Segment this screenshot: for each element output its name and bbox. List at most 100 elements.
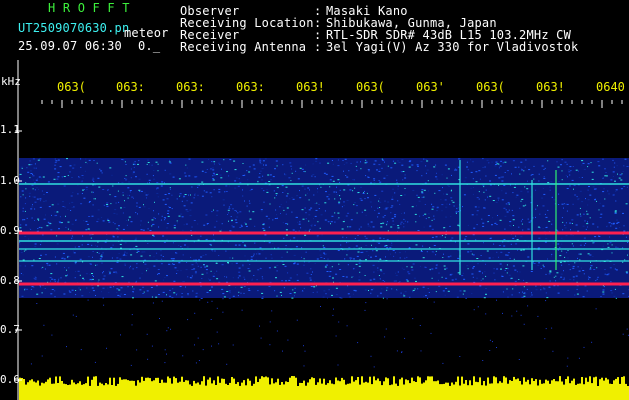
noise-speck: [511, 315, 513, 317]
signal-level-bar: [451, 382, 453, 400]
noise-speck: [428, 213, 430, 215]
signal-level-bar: [595, 376, 597, 400]
noise-speck: [602, 158, 604, 160]
noise-speck: [576, 288, 578, 290]
noise-speck: [325, 293, 327, 295]
noise-speck: [543, 169, 545, 170]
noise-speck: [247, 268, 250, 269]
noise-speck: [68, 256, 71, 258]
noise-speck: [479, 178, 481, 180]
noise-speck: [263, 190, 265, 192]
noise-speck: [351, 276, 353, 278]
noise-speck: [504, 228, 506, 230]
noise-speck: [115, 272, 118, 274]
noise-speck: [455, 211, 458, 213]
noise-speck: [486, 250, 489, 252]
noise-speck: [373, 288, 375, 290]
noise-speck: [608, 222, 611, 224]
noise-speck: [561, 264, 563, 266]
noise-speck: [397, 200, 399, 202]
noise-speck: [604, 269, 606, 270]
noise-speck: [394, 162, 397, 164]
signal-level-bar: [101, 383, 103, 400]
noise-speck: [422, 286, 425, 288]
noise-speck: [543, 176, 545, 178]
signal-level-bar: [429, 376, 431, 400]
noise-speck: [431, 208, 434, 210]
noise-speck: [433, 245, 436, 246]
noise-speck: [303, 171, 305, 172]
noise-speck: [191, 226, 193, 228]
noise-speck: [184, 244, 186, 246]
noise-speck: [79, 176, 81, 178]
signal-level-bar: [43, 383, 45, 400]
noise-speck: [333, 308, 334, 310]
noise-speck: [225, 191, 228, 192]
noise-speck: [604, 175, 607, 177]
noise-speck: [173, 280, 176, 282]
noise-speck: [69, 165, 72, 167]
noise-speck: [329, 267, 332, 269]
noise-speck: [203, 264, 205, 266]
signal-level-bar: [473, 376, 475, 400]
noise-speck: [342, 276, 345, 277]
signal-level-bar: [99, 382, 101, 400]
noise-speck: [21, 190, 24, 192]
noise-speck: [238, 178, 240, 180]
noise-speck: [228, 297, 231, 299]
noise-speck: [119, 258, 122, 260]
noise-speck: [520, 249, 523, 251]
noise-speck: [405, 279, 408, 281]
noise-speck: [391, 196, 393, 198]
noise-speck: [140, 229, 143, 231]
signal-level-bar: [207, 379, 209, 400]
noise-speck: [425, 295, 427, 297]
noise-speck: [95, 264, 97, 266]
noise-speck: [358, 228, 360, 230]
noise-speck: [338, 217, 340, 219]
noise-speck: [26, 167, 28, 169]
noise-speck: [515, 235, 517, 237]
noise-speck: [195, 259, 198, 261]
noise-speck: [394, 216, 396, 218]
noise-speck: [471, 293, 473, 294]
noise-speck: [385, 207, 388, 209]
signal-level-bar: [193, 380, 195, 400]
noise-speck: [378, 168, 380, 170]
noise-speck: [310, 207, 313, 209]
noise-speck: [527, 305, 529, 307]
noise-speck: [34, 220, 35, 221]
noise-speck: [124, 263, 127, 265]
noise-speck: [365, 302, 367, 304]
noise-speck: [131, 196, 134, 198]
noise-speck: [373, 366, 375, 368]
noise-speck: [375, 247, 377, 249]
noise-speck: [349, 189, 352, 191]
noise-speck: [335, 294, 338, 296]
noise-speck: [509, 257, 511, 259]
noise-speck: [327, 198, 330, 200]
noise-speck: [523, 279, 524, 281]
signal-level-bar: [401, 377, 403, 400]
noise-speck: [153, 235, 155, 237]
noise-speck: [139, 289, 142, 291]
noise-speck: [613, 166, 615, 168]
noise-speck: [323, 258, 325, 259]
noise-speck: [191, 186, 193, 188]
noise-speck: [494, 174, 497, 176]
noise-speck: [483, 297, 486, 299]
noise-speck: [444, 236, 446, 238]
noise-speck: [162, 279, 164, 281]
noise-speck: [228, 212, 230, 214]
noise-speck: [626, 186, 628, 188]
noise-speck: [577, 266, 579, 268]
signal-level-bar: [353, 381, 355, 400]
noise-speck: [348, 247, 351, 249]
noise-speck: [86, 287, 88, 289]
noise-speck: [495, 201, 498, 203]
noise-speck: [302, 290, 304, 292]
noise-speck: [527, 256, 530, 258]
noise-speck: [148, 179, 151, 181]
signal-level-bar: [395, 383, 397, 400]
y-tick-label: 0.7: [0, 323, 20, 336]
